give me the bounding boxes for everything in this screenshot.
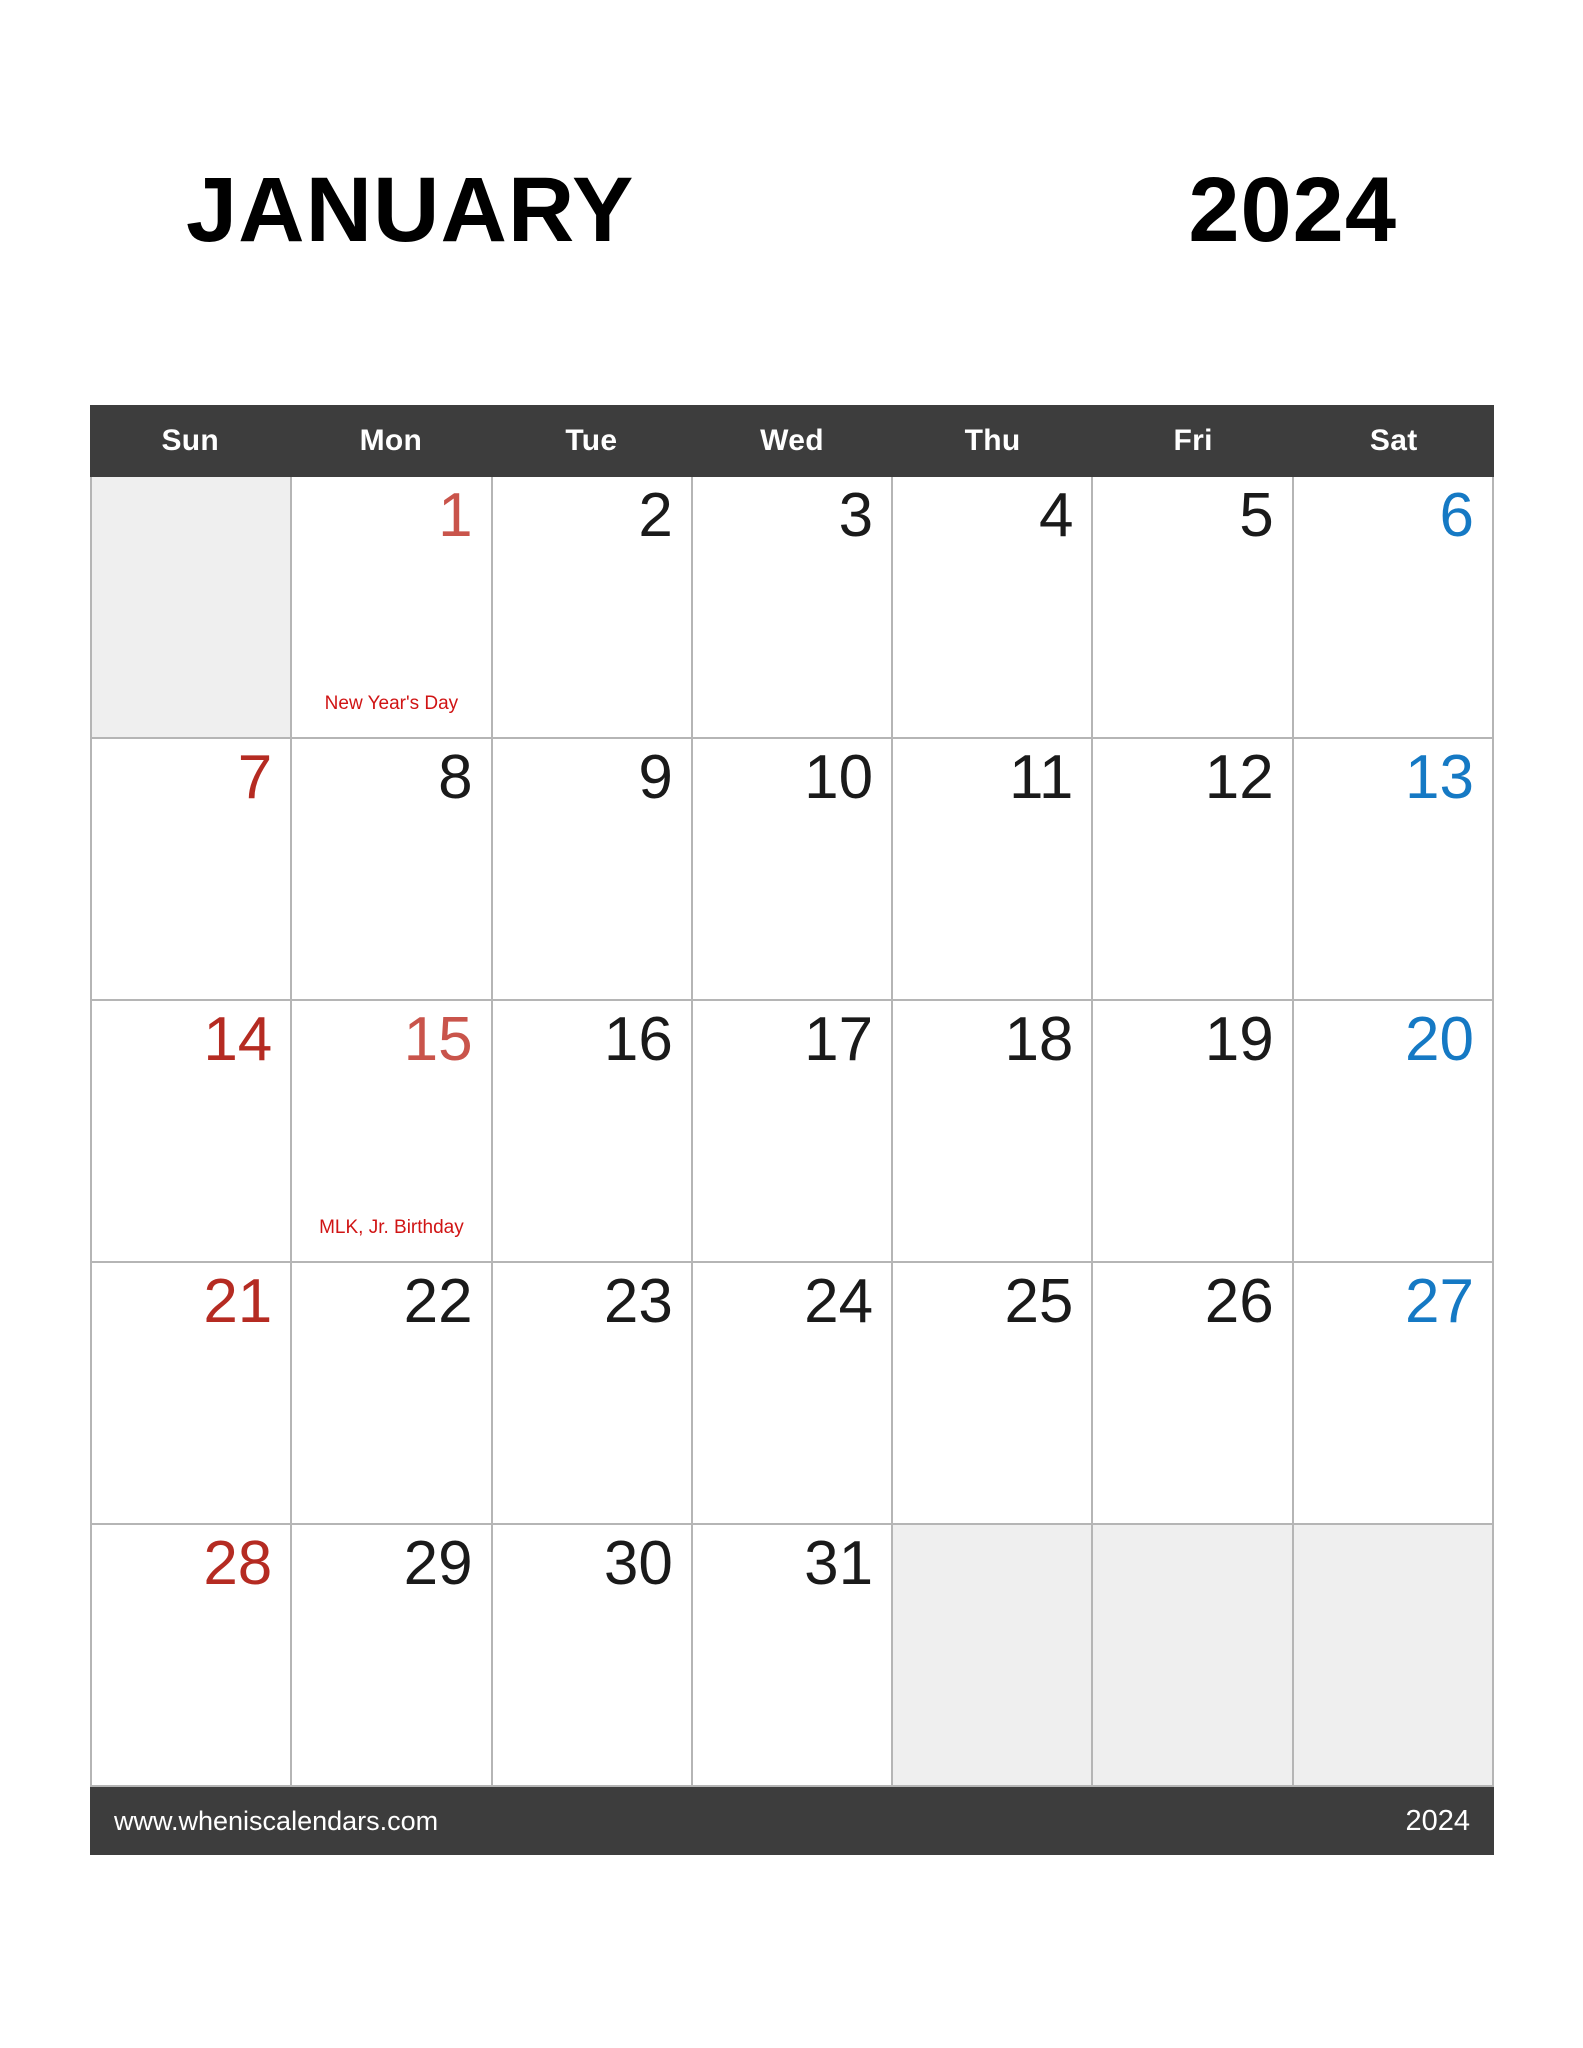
day-number: 20 xyxy=(1405,1005,1474,1074)
day-cell[interactable]: 26 xyxy=(1093,1263,1294,1525)
day-number: 26 xyxy=(1204,1267,1274,1336)
weekday-header-row: Sun Mon Tue Wed Thu Fri Sat xyxy=(90,405,1494,477)
day-cell[interactable]: 13 xyxy=(1293,739,1494,1001)
weekday-header-wed: Wed xyxy=(760,424,824,457)
day-cell[interactable]: 9 xyxy=(492,739,693,1001)
weekday-header-sat: Sat xyxy=(1369,424,1418,457)
calendar-table: Sun Mon Tue Wed Thu Fri Sat 1 New Year's Day 2 3 4… xyxy=(90,405,1494,1855)
day-cell[interactable]: 14 xyxy=(92,1001,293,1263)
day-cell-empty xyxy=(1293,1525,1494,1787)
day-number: 9 xyxy=(638,743,673,812)
day-number: 1 xyxy=(438,481,473,550)
day-cell[interactable]: 17 xyxy=(692,1001,894,1263)
day-cell[interactable]: 31 xyxy=(692,1525,894,1787)
day-number: 3 xyxy=(838,481,874,550)
day-number: 22 xyxy=(403,1267,473,1336)
day-cell[interactable]: 20 xyxy=(1293,1001,1494,1263)
day-cell[interactable]: 23 xyxy=(492,1263,693,1525)
day-number: 18 xyxy=(1004,1005,1074,1074)
day-number: 8 xyxy=(438,743,473,812)
day-cell[interactable]: 4 xyxy=(893,477,1094,739)
day-event-label: MLK, Jr. Birthday xyxy=(319,1217,464,1239)
day-number: 4 xyxy=(1038,481,1074,550)
calendar-title: JANUARY 2024 xyxy=(186,162,1397,258)
day-cell[interactable]: 11 xyxy=(893,739,1094,1001)
day-number: 31 xyxy=(804,1529,874,1598)
day-number: 2 xyxy=(638,481,673,550)
day-cell[interactable]: 29 xyxy=(292,1525,493,1787)
weekday-header-fri: Fri xyxy=(1173,424,1213,457)
day-cell[interactable]: 24 xyxy=(692,1263,894,1525)
day-number: 5 xyxy=(1239,481,1274,550)
day-number: 11 xyxy=(1009,743,1074,812)
day-cell[interactable]: 7 xyxy=(92,739,293,1001)
day-number: 7 xyxy=(237,743,273,812)
footer-year: 2024 xyxy=(1405,1804,1470,1837)
day-cell[interactable]: 5 xyxy=(1093,477,1294,739)
day-number: 27 xyxy=(1405,1267,1474,1336)
day-cell[interactable]: 21 xyxy=(92,1263,293,1525)
day-number: 21 xyxy=(203,1267,273,1336)
day-number: 15 xyxy=(403,1005,473,1074)
day-cell[interactable]: 16 xyxy=(492,1001,693,1263)
day-event-label: New Year's Day xyxy=(324,693,459,715)
day-cell[interactable]: 19 xyxy=(1093,1001,1294,1263)
day-number: 23 xyxy=(603,1267,673,1336)
page-title-year: 2024 xyxy=(1188,159,1397,261)
day-number: 30 xyxy=(603,1529,673,1598)
weekday-header-thu: Thu xyxy=(964,424,1021,457)
day-number: 14 xyxy=(203,1005,273,1074)
calendar-grid: 1 New Year's Day 2 3 4 5 6 7 8 9 10 11 12 13 14 15 MLK, … xyxy=(90,477,1494,1787)
day-number: 29 xyxy=(403,1529,473,1598)
day-cell[interactable]: 2 xyxy=(492,477,693,739)
weekday-header-mon: Mon xyxy=(359,424,423,457)
day-cell[interactable]: 10 xyxy=(692,739,894,1001)
day-number: 19 xyxy=(1204,1005,1274,1074)
day-cell[interactable]: 12 xyxy=(1093,739,1294,1001)
day-cell[interactable]: 28 xyxy=(92,1525,293,1787)
day-number: 17 xyxy=(804,1005,874,1074)
day-number: 25 xyxy=(1004,1267,1074,1336)
day-cell[interactable]: 1 New Year's Day xyxy=(292,477,493,739)
day-cell[interactable]: 27 xyxy=(1293,1263,1494,1525)
day-cell[interactable]: 8 xyxy=(292,739,493,1001)
day-cell[interactable]: 6 xyxy=(1293,477,1494,739)
day-cell-empty xyxy=(893,1525,1094,1787)
day-number: 10 xyxy=(804,743,874,812)
day-cell-empty xyxy=(92,477,293,739)
day-cell[interactable]: 18 xyxy=(893,1001,1094,1263)
day-cell[interactable]: 3 xyxy=(692,477,894,739)
day-cell[interactable]: 30 xyxy=(492,1525,693,1787)
page-title-month: JANUARY xyxy=(186,159,635,261)
weekday-header-tue: Tue xyxy=(565,424,618,457)
weekday-header-sun: Sun xyxy=(161,424,220,457)
calendar-page: JANUARY 2024 Sun Mon Tue Wed Thu Fri Sat 1 New … xyxy=(0,0,1583,2048)
day-number: 24 xyxy=(804,1267,874,1336)
day-number: 12 xyxy=(1204,743,1274,812)
day-number: 28 xyxy=(203,1529,273,1598)
day-cell[interactable]: 15 MLK, Jr. Birthday xyxy=(292,1001,493,1263)
day-number: 16 xyxy=(603,1005,673,1074)
footer-website: www.wheniscalendars.com xyxy=(114,1805,439,1836)
day-number: 6 xyxy=(1439,481,1474,550)
day-cell[interactable]: 22 xyxy=(292,1263,493,1525)
day-number: 13 xyxy=(1405,743,1474,812)
day-cell-empty xyxy=(1093,1525,1294,1787)
calendar-footer: www.wheniscalendars.com 2024 xyxy=(90,1787,1494,1855)
day-cell[interactable]: 25 xyxy=(893,1263,1094,1525)
